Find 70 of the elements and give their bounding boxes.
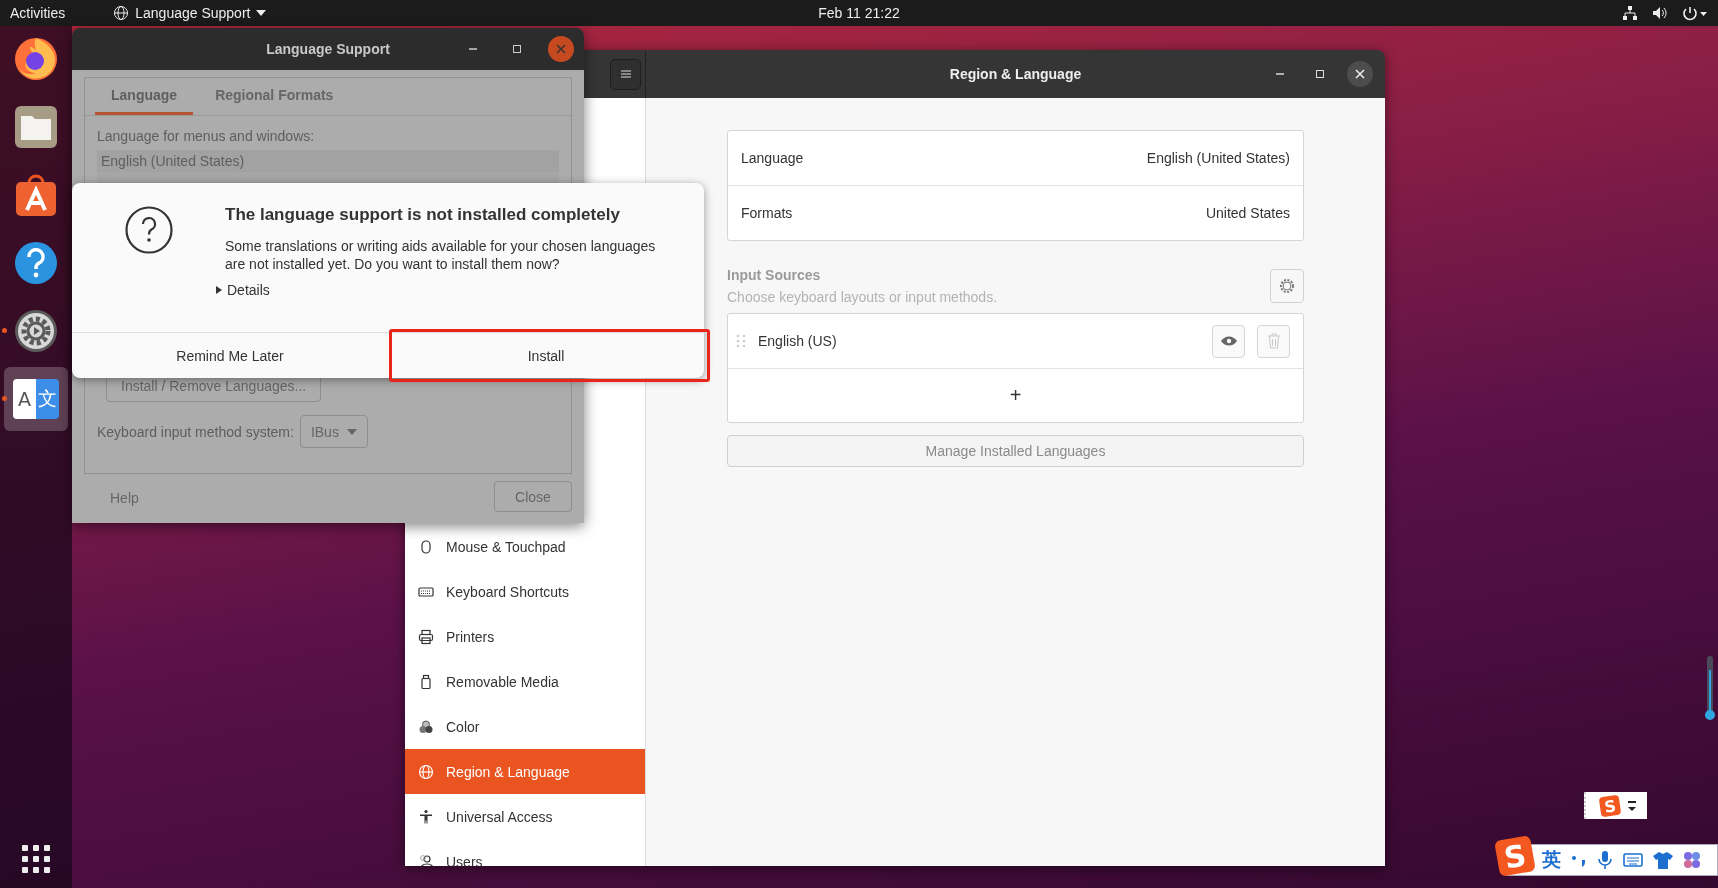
mouse-icon	[418, 538, 434, 555]
row-label: Formats	[741, 205, 793, 221]
minimize-icon	[468, 48, 478, 50]
menu-icon	[619, 68, 632, 80]
section-title: Input Sources	[727, 267, 822, 283]
gear-icon	[13, 308, 59, 354]
app-menu[interactable]: Language Support	[113, 5, 267, 21]
app-grid-icon[interactable]	[21, 844, 51, 874]
question-icon	[123, 205, 174, 255]
network-icon	[1622, 5, 1638, 21]
color-circles-icon	[418, 718, 434, 735]
clock[interactable]: Feb 11 21:22	[818, 5, 900, 21]
minimize-icon	[1275, 73, 1285, 75]
caret-icon	[346, 428, 357, 435]
trash-icon	[1266, 333, 1281, 349]
eye-icon	[1219, 335, 1238, 347]
input-mode-toggle[interactable]: 英	[1542, 847, 1561, 873]
dialog-title: The language support is not installed completely	[225, 205, 621, 225]
close-button[interactable]	[1347, 61, 1373, 87]
row-label: Language	[741, 150, 804, 166]
speaker-icon	[1652, 5, 1668, 21]
printer-icon	[418, 628, 434, 645]
menu-button[interactable]	[610, 58, 641, 90]
field-label: Keyboard input method system:	[97, 423, 294, 440]
input-source-name: English (US)	[758, 333, 838, 349]
microphone-icon	[1597, 850, 1613, 870]
details-expander[interactable]: Details	[215, 282, 270, 298]
menu-caret-icon	[1628, 799, 1636, 812]
section-subtitle: Choose keyboard layouts or input methods.	[727, 289, 998, 305]
shopping-bag-icon	[13, 172, 59, 218]
globe-icon	[113, 5, 130, 21]
shirt-icon	[1653, 851, 1673, 869]
power-icon	[1682, 5, 1708, 21]
row-value[interactable]: United States	[1205, 205, 1290, 221]
preview-button[interactable]	[1212, 324, 1245, 358]
firefox-icon	[13, 36, 59, 82]
sidebar-item[interactable]: Color	[405, 704, 645, 749]
question-mark-icon	[13, 240, 59, 286]
maximize-icon	[1315, 69, 1325, 79]
folder-icon	[13, 104, 59, 150]
window-title: Region & Language	[949, 66, 1082, 82]
drag-handle-icon	[736, 333, 746, 349]
dock-item[interactable]: A 文	[4, 367, 68, 431]
close-icon	[1355, 69, 1365, 79]
users-icon	[418, 853, 434, 866]
keyboard-icon	[1623, 852, 1643, 868]
sidebar-item[interactable]: Keyboard Shortcuts	[405, 569, 645, 614]
caret-icon	[256, 10, 267, 16]
sidebar-item[interactable]: Printers	[405, 614, 645, 659]
activities-button[interactable]: Activities	[10, 5, 66, 21]
gear-icon	[1278, 277, 1296, 295]
field-label: Language for menus and windows:	[97, 128, 316, 144]
sidebar-item[interactable]: Mouse & Touchpad	[405, 524, 645, 569]
settings-button[interactable]	[1270, 269, 1304, 303]
globe-icon	[418, 763, 434, 780]
row-value[interactable]: English (United States)	[1146, 150, 1290, 166]
sidebar-item[interactable]: Removable Media	[405, 659, 645, 704]
add-button[interactable]: +	[728, 368, 1303, 422]
close-icon	[556, 44, 566, 54]
toolbox-grid-icon	[1683, 851, 1701, 869]
maximize-icon	[512, 44, 522, 54]
sidebar-item[interactable]: Users	[405, 839, 645, 866]
sidebar-item[interactable]: Region & Language	[405, 749, 645, 794]
sidebar-item[interactable]: Universal Access	[405, 794, 645, 839]
window-title: Language Support	[266, 41, 390, 57]
dialog-button[interactable]: Install	[388, 333, 704, 378]
accessibility-figure-icon	[418, 808, 434, 825]
usb-drive-icon	[418, 673, 434, 690]
slider-drawing	[1704, 654, 1716, 722]
dialog-message: Some translations or writing aids available for your chosen languages are not installed yet. Do you want to install them now?	[225, 237, 657, 273]
